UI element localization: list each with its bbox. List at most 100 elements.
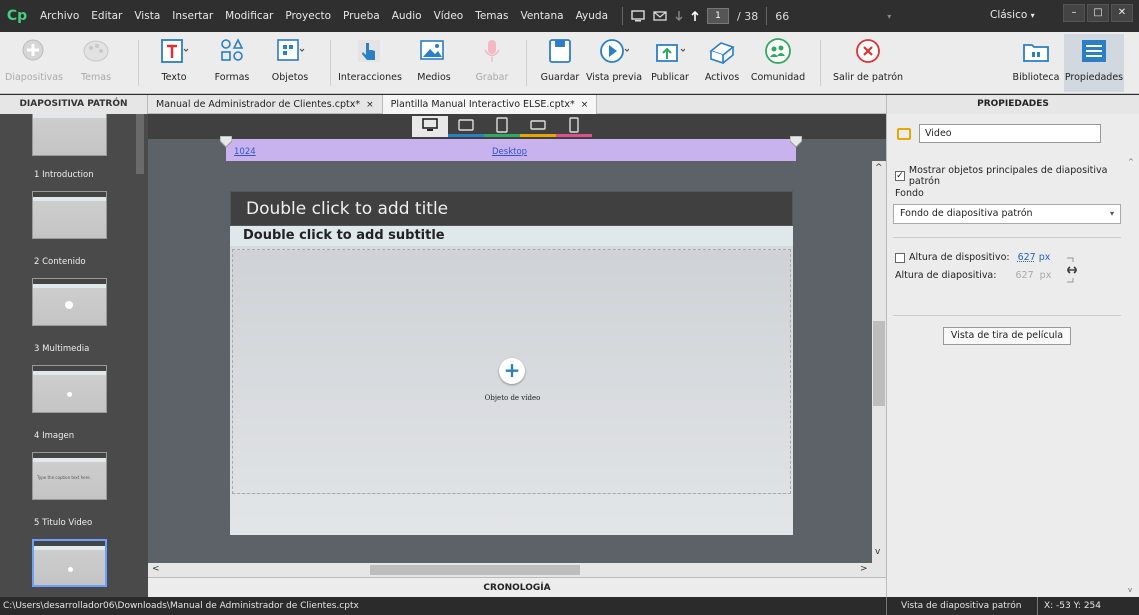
slide-thumbnail[interactable] bbox=[32, 191, 107, 239]
media-icon bbox=[420, 40, 444, 60]
panel-scroll-down-icon[interactable]: v bbox=[1128, 586, 1132, 594]
grabar-button[interactable]: Grabar bbox=[462, 36, 522, 83]
show-master-objects-row[interactable]: ✓ Mostrar objetos principales de diaposi… bbox=[895, 165, 1139, 187]
fondo-select[interactable]: Fondo de diapositiva patrón ▾ bbox=[893, 204, 1121, 224]
phone-landscape-button[interactable] bbox=[520, 116, 556, 137]
tablet-landscape-button[interactable] bbox=[448, 116, 484, 137]
activos-button[interactable]: Activos bbox=[692, 36, 752, 83]
title-bar: Cp Archivo Editar Vista Insertar Modific… bbox=[0, 0, 1139, 32]
guardar-button[interactable]: Guardar bbox=[530, 36, 590, 83]
add-video-icon[interactable]: + bbox=[499, 358, 525, 384]
menu-audio[interactable]: Audio bbox=[386, 10, 428, 22]
title-placeholder[interactable]: Double click to add title bbox=[230, 191, 793, 226]
menu-vista[interactable]: Vista bbox=[128, 10, 166, 22]
scroll-up-icon[interactable]: ^ bbox=[875, 163, 883, 173]
object-name-field[interactable]: Video bbox=[919, 124, 1101, 143]
scroll-thumb[interactable] bbox=[873, 321, 885, 406]
vista-previa-button[interactable]: Vista previa bbox=[584, 36, 644, 83]
slide-thumbnail[interactable]: Type the caption text here. bbox=[32, 452, 107, 500]
desktop-device-button[interactable] bbox=[412, 116, 448, 137]
slide-thumbnail[interactable] bbox=[32, 278, 107, 326]
divider bbox=[138, 40, 139, 86]
device-height-checkbox[interactable] bbox=[895, 252, 905, 263]
grabar-label: Grabar bbox=[475, 72, 509, 83]
filmstrip-view-button[interactable]: Vista de tira de película bbox=[943, 327, 1071, 345]
phone-portrait-button[interactable] bbox=[556, 116, 592, 137]
interacciones-button[interactable]: Interacciones bbox=[338, 36, 402, 83]
objetos-button[interactable]: Objetos bbox=[260, 36, 320, 83]
slideshow-icon[interactable] bbox=[631, 10, 645, 22]
slide-label: 2 Contenido bbox=[34, 257, 86, 267]
thumbnail-caption: Type the caption text here. bbox=[37, 475, 91, 480]
slide-thumbnail[interactable] bbox=[32, 114, 107, 156]
menu-modificar[interactable]: Modificar bbox=[219, 10, 279, 22]
menu-temas[interactable]: Temas bbox=[469, 10, 514, 22]
device-height-value[interactable]: 627 bbox=[1018, 252, 1036, 263]
video-placeholder[interactable]: + Objeto de vídeo bbox=[232, 249, 791, 494]
texto-label: Texto bbox=[161, 72, 187, 83]
close-window-button[interactable]: ✕ bbox=[1111, 4, 1133, 22]
propiedades-button[interactable]: Propiedades bbox=[1064, 34, 1124, 92]
microphone-icon bbox=[484, 40, 500, 62]
stage-vertical-scrollbar[interactable]: ^ v bbox=[872, 161, 886, 563]
menu-insertar[interactable]: Insertar bbox=[166, 10, 219, 22]
phone-portrait-icon bbox=[569, 117, 579, 133]
slide-thumbnail[interactable] bbox=[32, 365, 107, 413]
menu-ventana[interactable]: Ventana bbox=[514, 10, 569, 22]
breakpoint-name[interactable]: Desktop bbox=[492, 147, 527, 157]
link-dimensions-icon[interactable] bbox=[1063, 256, 1081, 284]
arrow-down-icon[interactable] bbox=[675, 10, 683, 22]
current-slide-field[interactable]: 1 bbox=[707, 8, 730, 24]
tab-manual-administrador[interactable]: Manual de Administrador de Clientes.cptx… bbox=[148, 94, 383, 114]
maximize-button[interactable]: □ bbox=[1087, 4, 1109, 22]
slide-height-unit: px bbox=[1039, 270, 1052, 281]
breakpoint-handle-left-icon[interactable] bbox=[220, 136, 232, 148]
temas-button[interactable]: Temas bbox=[66, 36, 126, 83]
master-slide[interactable]: Double click to add title Double click t… bbox=[230, 191, 793, 535]
stage-horizontal-scrollbar[interactable]: < > bbox=[148, 563, 886, 577]
canvas-area: Double click to add title Double click t… bbox=[148, 161, 872, 563]
breakpoint-bar[interactable]: 1024 Desktop bbox=[220, 136, 802, 161]
scroll-down-icon[interactable]: v bbox=[875, 547, 880, 557]
texto-button[interactable]: Texto bbox=[144, 36, 204, 83]
biblioteca-button[interactable]: Biblioteca bbox=[1006, 36, 1066, 83]
menu-proyecto[interactable]: Proyecto bbox=[279, 10, 337, 22]
comunidad-button[interactable]: Comunidad bbox=[748, 36, 808, 83]
close-tab-icon[interactable]: × bbox=[581, 100, 589, 110]
workspace-mode-label: Clásico bbox=[990, 9, 1028, 21]
scroll-right-icon[interactable]: > bbox=[860, 564, 868, 574]
tab-plantilla-manual[interactable]: Plantilla Manual Interactivo ELSE.cptx* × bbox=[382, 94, 598, 114]
menu-editar[interactable]: Editar bbox=[85, 10, 128, 22]
publicar-button[interactable]: Publicar bbox=[640, 36, 700, 83]
diapositivas-button[interactable]: Diapositivas bbox=[4, 36, 64, 83]
arrow-up-icon[interactable] bbox=[691, 10, 699, 22]
panel-scroll-up-icon[interactable]: ^ bbox=[1128, 158, 1134, 166]
show-master-objects-checkbox[interactable]: ✓ bbox=[895, 171, 905, 181]
window-controls: – □ ✕ bbox=[1063, 4, 1133, 22]
breakpoint-handle-right-icon[interactable] bbox=[790, 136, 802, 148]
divider bbox=[526, 40, 527, 86]
close-tab-icon[interactable]: × bbox=[366, 100, 374, 110]
scroll-thumb[interactable] bbox=[370, 565, 580, 575]
tablet-portrait-button[interactable] bbox=[484, 116, 520, 137]
mail-icon[interactable] bbox=[653, 11, 667, 21]
zoom-value[interactable]: 66 bbox=[775, 10, 789, 23]
minimize-button[interactable]: – bbox=[1063, 4, 1085, 22]
menu-prueba[interactable]: Prueba bbox=[337, 10, 386, 22]
add-slide-icon bbox=[22, 39, 44, 61]
salir-patron-button[interactable]: Salir de patrón bbox=[828, 36, 908, 83]
filmstrip-scrollbar[interactable] bbox=[136, 114, 144, 174]
breakpoint-width[interactable]: 1024 bbox=[234, 147, 256, 157]
formas-button[interactable]: Formas bbox=[202, 36, 262, 83]
menu-archivo[interactable]: Archivo bbox=[34, 10, 85, 22]
slide-thumbnail-selected[interactable] bbox=[32, 539, 107, 587]
medios-button[interactable]: Medios bbox=[404, 36, 464, 83]
zoom-dropdown-icon[interactable]: ▾ bbox=[887, 12, 891, 21]
scroll-left-icon[interactable]: < bbox=[152, 564, 160, 574]
workspace-mode[interactable]: Clásico ▾ bbox=[990, 9, 1035, 21]
filmstrip-panel: 1 Introduction 2 Contenido 3 Multimedia … bbox=[0, 114, 148, 597]
menu-video[interactable]: Vídeo bbox=[428, 10, 470, 22]
subtitle-placeholder[interactable]: Double click to add subtitle bbox=[230, 226, 793, 246]
timeline-bar[interactable]: CRONOLOGÍA bbox=[148, 577, 886, 597]
menu-ayuda[interactable]: Ayuda bbox=[570, 10, 614, 22]
